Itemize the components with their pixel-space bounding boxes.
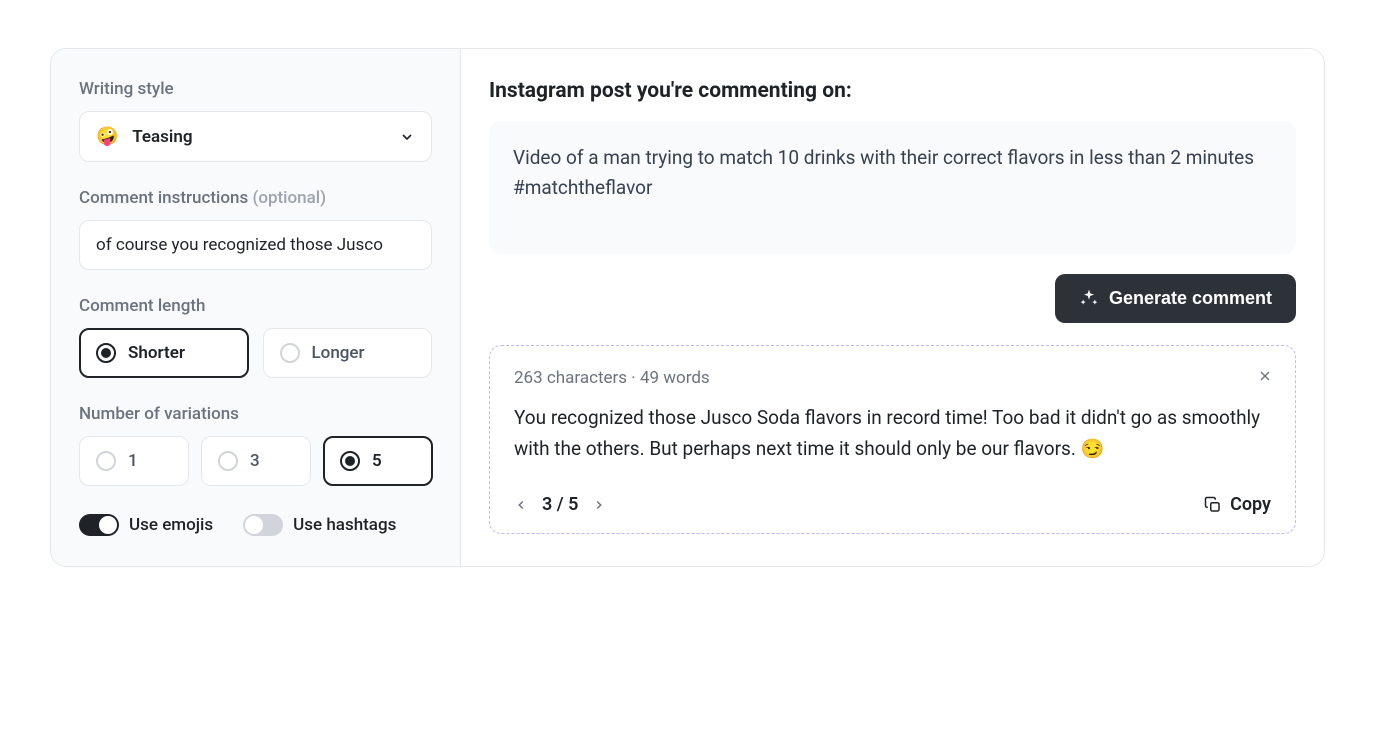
copy-icon <box>1204 496 1222 514</box>
chevron-left-icon[interactable] <box>514 498 528 512</box>
radio-icon <box>280 343 300 363</box>
action-row: Generate comment <box>489 274 1296 323</box>
options-sidebar: Writing style 🤪 Teasing Comment instruct… <box>51 49 461 566</box>
teasing-emoji-icon: 🤪 <box>96 126 118 147</box>
post-context-box: Video of a man trying to match 10 drinks… <box>489 121 1296 254</box>
result-meta: 263 characters · 49 words <box>514 368 1271 388</box>
toggle-switch-icon <box>243 514 283 536</box>
length-option-longer[interactable]: Longer <box>263 328 433 378</box>
sparkle-icon <box>1079 288 1099 308</box>
generate-comment-button[interactable]: Generate comment <box>1055 274 1296 323</box>
main-heading: Instagram post you're commenting on: <box>489 79 1296 103</box>
app-container: Writing style 🤪 Teasing Comment instruct… <box>50 48 1325 567</box>
comment-instructions-input[interactable] <box>79 220 432 270</box>
instructions-label: Comment instructions (optional) <box>79 188 432 208</box>
toggle-switch-icon <box>79 514 119 536</box>
comment-length-group: Shorter Longer <box>79 328 432 378</box>
radio-icon <box>340 451 360 471</box>
writing-style-dropdown[interactable]: 🤪 Teasing <box>79 111 432 162</box>
writing-style-label: Writing style <box>79 79 432 99</box>
length-option-shorter[interactable]: Shorter <box>79 328 249 378</box>
main-panel: Instagram post you're commenting on: Vid… <box>461 49 1324 566</box>
pager-position: 3 / 5 <box>542 494 578 515</box>
chevron-right-icon[interactable] <box>592 498 606 512</box>
use-hashtags-toggle[interactable]: Use hashtags <box>243 514 396 536</box>
radio-icon <box>96 343 116 363</box>
toggle-row: Use emojis Use hashtags <box>79 514 432 536</box>
result-box: 263 characters · 49 words You recognized… <box>489 345 1296 535</box>
result-pager: 3 / 5 <box>514 494 606 515</box>
variations-option-3[interactable]: 3 <box>201 436 311 486</box>
variations-option-1[interactable]: 1 <box>79 436 189 486</box>
comment-length-label: Comment length <box>79 296 432 316</box>
result-footer: 3 / 5 Copy <box>514 488 1271 515</box>
copy-button[interactable]: Copy <box>1204 494 1271 515</box>
variations-option-5[interactable]: 5 <box>323 436 433 486</box>
variations-label: Number of variations <box>79 404 432 424</box>
result-text: You recognized those Jusco Soda flavors … <box>514 402 1271 465</box>
radio-icon <box>96 451 116 471</box>
variations-group: 1 3 5 <box>79 436 432 486</box>
radio-icon <box>218 451 238 471</box>
close-icon[interactable] <box>1257 368 1273 384</box>
writing-style-value: Teasing <box>132 127 192 147</box>
chevron-down-icon <box>399 129 415 145</box>
use-emojis-toggle[interactable]: Use emojis <box>79 514 213 536</box>
